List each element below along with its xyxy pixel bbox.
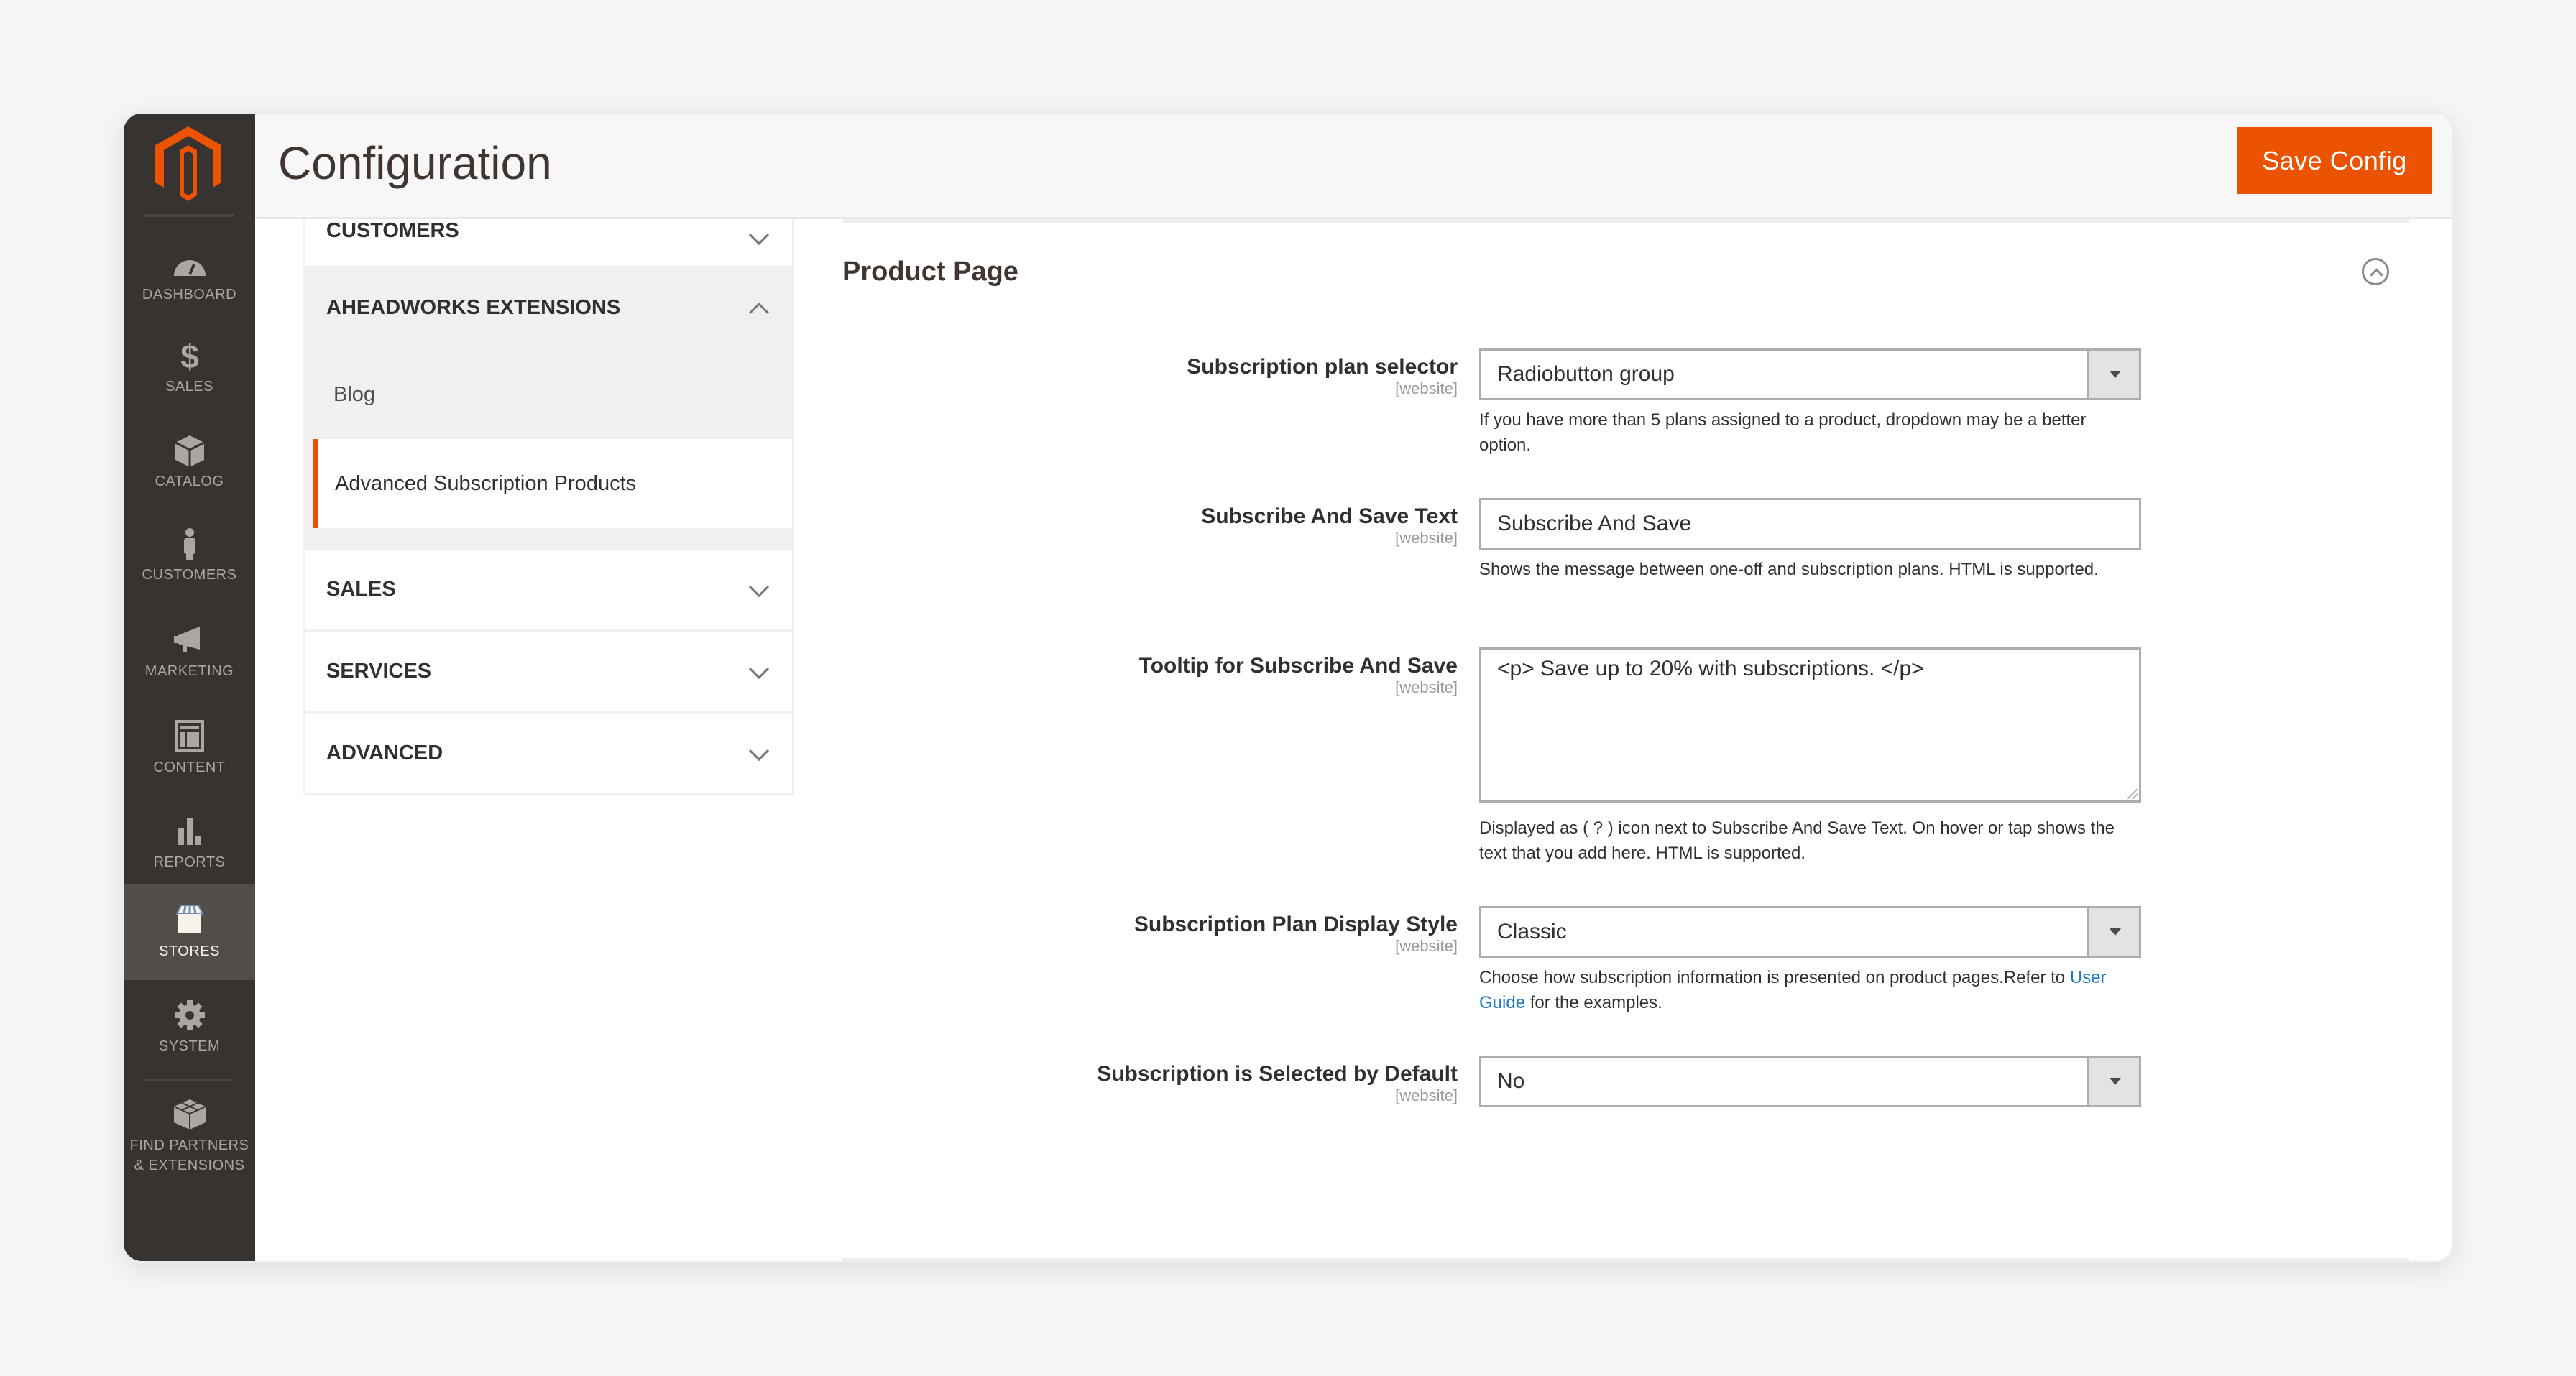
section-divider	[842, 1258, 2409, 1261]
sidebar-item-reports[interactable]: Reports	[124, 805, 255, 894]
field-note: Shows the message between one-off and su…	[1479, 560, 2099, 579]
person-icon	[183, 528, 196, 560]
field-scope: [website]	[1395, 529, 1458, 547]
field-note: Choose how subscription information is p…	[1479, 965, 2126, 1015]
field-scope: [website]	[1395, 937, 1458, 955]
field-scope: [website]	[1395, 1086, 1458, 1104]
note-text: for the examples.	[1525, 993, 1662, 1012]
sidebar-item-content[interactable]: Content	[124, 710, 255, 799]
layout-icon	[175, 720, 204, 752]
dropdown-arrow-icon[interactable]	[2087, 351, 2139, 398]
tooltip-textarea[interactable]: <p> Save up to 20% with subscriptions. <…	[1479, 647, 2141, 803]
sidebar-item-customers[interactable]: Customers	[124, 517, 255, 606]
sidebar-item-label: Content	[153, 759, 226, 775]
storefront-icon	[175, 905, 204, 933]
selected-by-default-select[interactable]: No	[1479, 1056, 2141, 1107]
sidebar-item-label: Customers	[142, 567, 237, 583]
field-scope: [website]	[1395, 379, 1458, 397]
page-header: Configuration Save Config	[255, 114, 2452, 219]
field-label: Subscription plan selector	[1187, 355, 1458, 379]
config-subitem-advanced-subscription-products[interactable]: Advanced Subscription Products	[313, 439, 792, 528]
sidebar-divider	[144, 214, 234, 217]
chevron-down-icon	[748, 224, 770, 246]
sidebar-item-label: Marketing	[144, 663, 234, 679]
admin-sidebar: Dashboard $ Sales Catalog Customers Mark…	[124, 114, 255, 1261]
chevron-up-icon	[748, 302, 770, 323]
field-scope: [website]	[1395, 678, 1458, 696]
select-value: No	[1497, 1069, 1525, 1093]
config-tabs-nav: CUSTOMERS AHEADWORKS EXTENSIONS Blog Adv…	[303, 219, 794, 795]
sidebar-item-label: Sales	[165, 379, 213, 394]
chevron-down-icon	[748, 576, 770, 597]
gear-icon	[174, 1000, 205, 1030]
sidebar-item-sales[interactable]: $ Sales	[124, 329, 255, 414]
admin-window: Dashboard $ Sales Catalog Customers Mark…	[121, 111, 2455, 1263]
sidebar-item-catalog[interactable]: Catalog	[124, 424, 255, 509]
config-tab-aheadworks-extensions[interactable]: AHEADWORKS EXTENSIONS	[303, 268, 794, 350]
sidebar-item-system[interactable]: System	[124, 989, 255, 1073]
config-tab-label: ADVANCED	[326, 742, 443, 765]
sidebar-item-find-partners[interactable]: Find Partners & Extensions	[124, 1088, 255, 1203]
display-style-select[interactable]: Classic	[1479, 906, 2141, 958]
select-value: Radiobutton group	[1497, 362, 1675, 386]
field-note: If you have more than 5 plans assigned t…	[1479, 410, 2087, 455]
sidebar-item-stores[interactable]: Stores	[124, 884, 255, 980]
sidebar-item-label: Find Partners & Extensions	[129, 1137, 249, 1173]
config-tab-customers[interactable]: CUSTOMERS	[303, 219, 794, 268]
field-label: Subscription is Selected by Default	[1097, 1062, 1458, 1086]
select-value: Classic	[1497, 920, 1567, 943]
sidebar-item-label: Dashboard	[142, 287, 237, 303]
plan-selector-select[interactable]: Radiobutton group	[1479, 348, 2141, 400]
sidebar-item-label: Stores	[159, 943, 220, 959]
config-tab-advanced[interactable]: ADVANCED	[303, 714, 794, 795]
config-tab-label: AHEADWORKS EXTENSIONS	[326, 296, 621, 319]
config-tab-sales[interactable]: SALES	[303, 550, 794, 632]
config-subitems: Blog Advanced Subscription Products	[303, 350, 794, 550]
chevron-down-icon	[748, 658, 770, 679]
save-config-button[interactable]: Save Config	[2237, 127, 2432, 194]
config-tab-label: SALES	[326, 578, 396, 601]
magento-logo-icon[interactable]	[155, 126, 221, 201]
extensions-box-icon	[173, 1099, 206, 1130]
sidebar-item-label: System	[158, 1038, 221, 1054]
config-tab-label: SERVICES	[326, 660, 432, 683]
sidebar-item-label: Reports	[153, 854, 226, 870]
resize-handle-icon[interactable]	[2128, 789, 2138, 799]
config-tab-label: CUSTOMERS	[326, 219, 459, 242]
section-title-product-page[interactable]: Product Page	[842, 257, 1018, 287]
dashboard-icon	[173, 260, 206, 276]
sidebar-item-label: Catalog	[155, 474, 224, 489]
section-divider	[842, 219, 2409, 223]
box-icon	[174, 435, 205, 467]
page-title: Configuration	[278, 137, 552, 189]
config-subitem-blog[interactable]: Blog	[305, 350, 792, 439]
chevron-down-icon	[748, 740, 770, 761]
bar-chart-icon	[178, 818, 201, 845]
field-note: Displayed as ( ? ) icon next to Subscrib…	[1479, 818, 2115, 863]
field-label: Subscription Plan Display Style	[1133, 913, 1458, 936]
textarea-value: <p> Save up to 20% with subscriptions. <…	[1497, 657, 1924, 680]
note-text: Choose how subscription information is p…	[1479, 968, 2070, 987]
sidebar-item-dashboard[interactable]: Dashboard	[124, 237, 255, 322]
dropdown-arrow-icon[interactable]	[2087, 1058, 2139, 1105]
field-label: Subscribe And Save Text	[1201, 504, 1458, 528]
collapse-section-icon[interactable]	[2362, 258, 2389, 285]
field-label: Tooltip for Subscribe And Save	[1138, 654, 1458, 678]
dollar-icon: $	[180, 339, 199, 372]
sidebar-divider	[144, 1079, 234, 1081]
megaphone-icon	[173, 627, 200, 652]
config-form: Product Page Subscription plan selector …	[842, 219, 2409, 1261]
svg-text:$: $	[180, 339, 199, 372]
subscribe-save-text-input[interactable]: Subscribe And Save	[1479, 498, 2141, 550]
sidebar-item-marketing[interactable]: Marketing	[124, 614, 255, 703]
dropdown-arrow-icon[interactable]	[2087, 908, 2139, 956]
config-tab-services[interactable]: SERVICES	[303, 632, 794, 714]
